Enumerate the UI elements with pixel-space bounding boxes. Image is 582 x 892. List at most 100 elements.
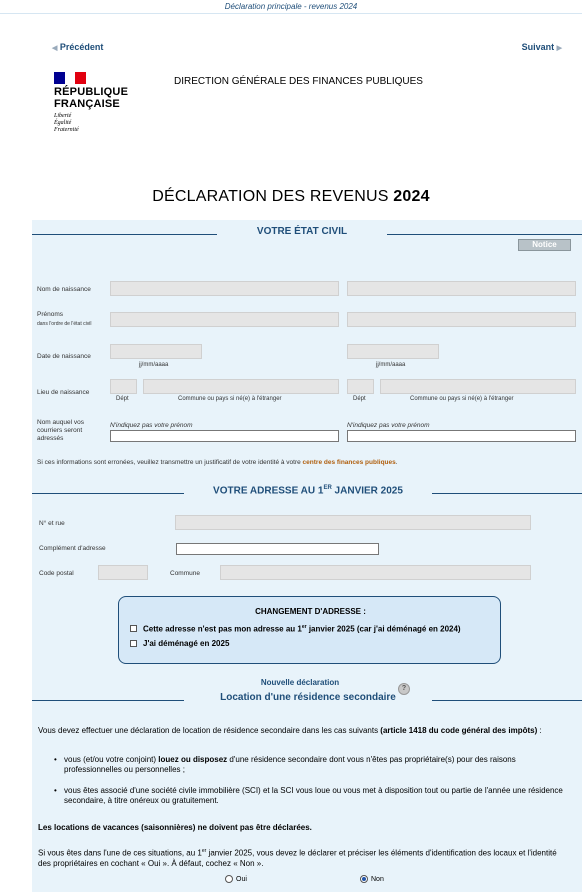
- courrier-conjoint-input[interactable]: [347, 430, 576, 442]
- divider: [432, 493, 582, 494]
- nom-conjoint-field[interactable]: [347, 281, 576, 296]
- complement-label: Complément d'adresse: [39, 545, 106, 552]
- code-postal-field[interactable]: [98, 565, 148, 580]
- complement-input[interactable]: [176, 543, 379, 555]
- dept-conjoint-field[interactable]: [347, 379, 374, 394]
- adresse-title-pre: VOTRE ADRESSE AU 1: [213, 485, 324, 497]
- adresse-title-post: JANVIER 2025: [331, 485, 403, 497]
- instr-pre: Si vous êtes dans l'une de ces situation…: [38, 848, 202, 858]
- brand-line-2: FRANÇAISE: [54, 98, 120, 110]
- nom-label: Nom de naissance: [37, 286, 91, 293]
- title-prefix: DÉCLARATION DES REVENUS: [152, 188, 394, 205]
- date-hint: jj/mm/aaaa: [139, 362, 169, 368]
- next-label: Suivant: [521, 42, 555, 52]
- courrier-hint: N'indiquez pas votre prénom: [347, 422, 430, 429]
- next-link[interactable]: Suivant ▶: [522, 42, 562, 52]
- bullet-icon: •: [54, 755, 57, 764]
- info-body: Si ces informations sont erronées, veuil…: [37, 459, 303, 466]
- commune-field[interactable]: [220, 565, 531, 580]
- prenoms-declarant-field[interactable]: [110, 312, 339, 327]
- b1-pre: vous (et/ou votre conjoint): [64, 755, 159, 764]
- prenoms-label: Prénoms: [37, 311, 64, 318]
- dept-hint: Dépt: [116, 396, 129, 402]
- left-triangle-icon: ◀: [52, 45, 58, 52]
- oui-radio[interactable]: [225, 875, 233, 883]
- bullet-1: vous (et/ou votre conjoint) louez ou dis…: [64, 755, 570, 775]
- bullet-2: vous êtes associé d'une société civile i…: [64, 786, 563, 805]
- changement-adresse-box: CHANGEMENT D'ADRESSE : Cette adresse n'e…: [118, 596, 501, 664]
- intro-text: Vous devez effectuer une déclaration de …: [38, 726, 381, 735]
- section-title: Location d'une résidence secondaire: [220, 692, 396, 703]
- divider: [387, 234, 582, 235]
- etat-civil-header: VOTRE ÉTAT CIVIL: [32, 226, 582, 242]
- bullet-icon: •: [54, 786, 57, 795]
- republique-francaise-logo: RÉPUBLIQUE FRANÇAISE Liberté Égalité Fra…: [54, 72, 144, 134]
- organization-name: DIRECTION GÉNÉRALE DES FINANCES PUBLIQUE…: [174, 76, 423, 87]
- right-triangle-icon: ▶: [556, 45, 562, 52]
- divider: [32, 700, 184, 701]
- brand-name: RÉPUBLIQUE FRANÇAISE: [54, 86, 144, 110]
- top-caption: Déclaration principale - revenus 2024: [0, 0, 582, 14]
- courrier-label-line: Nom auquel vos: [37, 419, 84, 426]
- opt1-pre: Cette adresse n'est pas mon adresse au 1: [143, 624, 302, 634]
- divider: [32, 493, 184, 494]
- courrier-label: Nom auquel vos courriers seront adressés: [37, 419, 84, 443]
- title-year: 2024: [393, 188, 430, 205]
- date-conjoint-field[interactable]: [347, 344, 439, 359]
- date-declarant-field[interactable]: [110, 344, 202, 359]
- lieu-label: Lieu de naissance: [37, 389, 90, 396]
- intro-end: :: [537, 726, 542, 735]
- motto-1: Liberté: [54, 113, 72, 119]
- previous-link[interactable]: ◀ Précédent: [52, 42, 103, 52]
- divider: [432, 700, 582, 701]
- prenoms-sublabel: dans l'ordre de l'état civil: [37, 321, 92, 327]
- courrier-label-line: courriers seront: [37, 427, 83, 434]
- nom-declarant-field[interactable]: [110, 281, 339, 296]
- notice-button[interactable]: Notice: [518, 239, 571, 251]
- date-label: Date de naissance: [37, 353, 91, 360]
- adresse-not-mine-checkbox[interactable]: [130, 625, 137, 632]
- num-rue-label: N° et rue: [39, 520, 65, 527]
- nouvelle-declaration-label: Nouvelle déclaration: [260, 678, 340, 687]
- commune-hint: Commune ou pays si né(e) à l'étranger: [178, 396, 282, 402]
- info-end: .: [395, 459, 398, 466]
- demenage-2025-label: J'ai déménagé en 2025: [143, 639, 230, 648]
- non-label: Non: [371, 876, 384, 883]
- location-header: Location d'une résidence secondaire: [32, 692, 582, 708]
- courrier-declarant-input[interactable]: [110, 430, 339, 442]
- dept-declarant-field[interactable]: [110, 379, 137, 394]
- commune-conjoint-field[interactable]: [380, 379, 576, 394]
- centre-finances-link[interactable]: centre des finances publiques: [303, 459, 396, 466]
- oui-label: Oui: [236, 876, 247, 883]
- previous-label: Précédent: [59, 42, 104, 52]
- courrier-label-line: adressés: [37, 435, 64, 442]
- num-rue-field[interactable]: [175, 515, 531, 530]
- section-title: VOTRE ÉTAT CIVIL: [256, 226, 348, 237]
- non-radio[interactable]: [360, 875, 368, 883]
- motto-3: Fraternité: [54, 127, 79, 133]
- motto-2: Égalité: [54, 120, 72, 126]
- marianne-flag-icon: [54, 72, 87, 84]
- opt1-post: janvier 2025 (car j'ai déménagé en 2024): [306, 624, 461, 634]
- adresse-title-sup: ER: [323, 485, 332, 491]
- intro-bold: (article 1418 du code général des impôts…: [380, 726, 538, 735]
- prenoms-conjoint-field[interactable]: [347, 312, 576, 327]
- motto: Liberté Égalité Fraternité: [54, 113, 144, 134]
- info-text: Si ces informations sont erronées, veuil…: [37, 459, 398, 466]
- commune-declarant-field[interactable]: [143, 379, 339, 394]
- location-intro: Vous devez effectuer une déclaration de …: [38, 726, 568, 736]
- page-title: DÉCLARATION DES REVENUS 2024: [0, 188, 582, 206]
- commune-hint: Commune ou pays si né(e) à l'étranger: [410, 396, 514, 402]
- changement-title: CHANGEMENT D'ADRESSE :: [255, 607, 366, 616]
- date-hint: jj/mm/aaaa: [376, 362, 406, 368]
- b1-bold: louez ou disposez: [158, 755, 228, 764]
- demenage-2025-checkbox[interactable]: [130, 640, 137, 647]
- vacances-note: Les locations de vacances (saisonnières)…: [38, 823, 312, 832]
- section-title: VOTRE ADRESSE AU 1ER JANVIER 2025: [184, 485, 432, 496]
- instruction-text: Si vous êtes dans l'une de ces situation…: [38, 846, 568, 869]
- brand-line-1: RÉPUBLIQUE: [54, 86, 129, 98]
- help-icon[interactable]: ?: [398, 683, 410, 695]
- courrier-hint: N'indiquez pas votre prénom: [110, 422, 193, 429]
- code-postal-label: Code postal: [39, 570, 74, 577]
- divider: [32, 234, 217, 235]
